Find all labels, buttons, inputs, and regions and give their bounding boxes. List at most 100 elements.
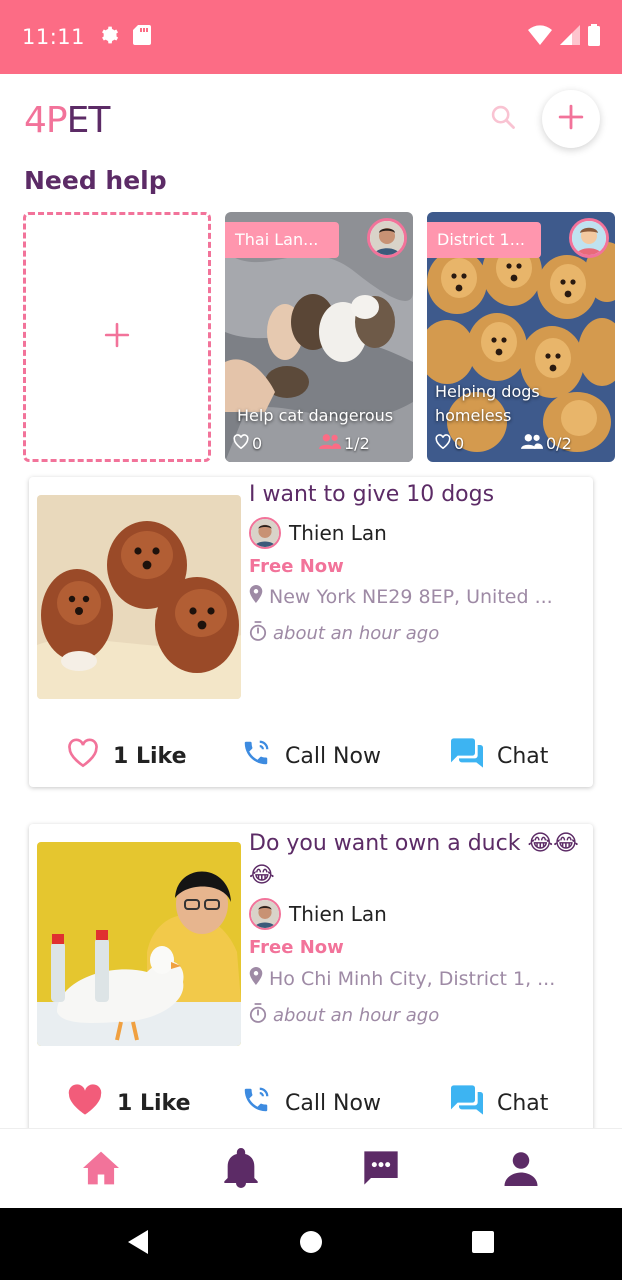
plus-icon: [558, 104, 584, 134]
post-time: about an hour ago: [249, 621, 439, 646]
chat-button[interactable]: Chat: [451, 1078, 548, 1128]
status-time: 11:11: [22, 25, 86, 49]
help-card-stats: 0 0/2: [435, 434, 607, 454]
status-badge: Free Now: [249, 937, 344, 958]
help-card-members: 0/2: [521, 434, 572, 453]
author-name: Thien Lan: [289, 902, 387, 926]
help-card-location-tag: Thai Lan...: [225, 222, 339, 258]
help-card-like-count: 0: [252, 434, 263, 453]
battery-icon: [588, 24, 600, 50]
help-card-like-count: 0: [454, 434, 465, 453]
nav-home-button[interactable]: [78, 1147, 124, 1193]
help-card-likes: 0: [435, 434, 464, 453]
status-badge: Free Now: [249, 556, 344, 577]
location-text: Ho Chi Minh City, District 1, ...: [269, 967, 556, 990]
add-post-button[interactable]: [542, 90, 600, 148]
timer-icon: [249, 621, 267, 646]
help-card-stats: 0 1/2: [233, 434, 405, 454]
avatar: [367, 218, 407, 258]
chat-label: Chat: [497, 1090, 549, 1116]
nav-notifications-button[interactable]: [218, 1147, 264, 1193]
system-home-button[interactable]: [297, 1230, 325, 1258]
post-image: [37, 842, 241, 1046]
plus-icon: [104, 322, 130, 352]
app-header: 4PET: [0, 74, 622, 170]
timer-icon: [249, 1003, 267, 1028]
post-author[interactable]: Thien Lan: [249, 898, 387, 930]
heart-outline-icon: [435, 434, 451, 453]
avatar: [249, 898, 281, 930]
post-card[interactable]: Do you want own a duck 😂😂😂 Thien Lan Fre…: [29, 824, 593, 1154]
gear-icon: [99, 25, 119, 49]
help-card-likes: 0: [233, 434, 262, 453]
help-card-member-count: 0/2: [546, 434, 572, 453]
call-label: Call Now: [285, 743, 381, 769]
bottom-nav: [0, 1128, 622, 1208]
system-nav-bar: [0, 1208, 622, 1280]
message-icon: [360, 1148, 402, 1192]
like-button[interactable]: 1 Like: [67, 1078, 191, 1128]
phone-icon: [241, 1085, 271, 1121]
post-title: Do you want own a duck 😂😂😂: [249, 831, 579, 888]
post-location: Ho Chi Minh City, District 1, ...: [249, 967, 555, 990]
help-card-members: 1/2: [319, 434, 370, 453]
post-actions: 1 Like Call Now Chat: [29, 731, 593, 781]
post-image: [37, 495, 241, 699]
help-card[interactable]: Thai Lan... Help cat dangerous 0 1/2: [225, 212, 413, 462]
recents-icon: [472, 1231, 494, 1257]
bell-icon: [224, 1148, 258, 1192]
author-name: Thien Lan: [289, 521, 387, 545]
avatar: [249, 517, 281, 549]
chat-label: Chat: [497, 743, 549, 769]
home-icon: [81, 1150, 121, 1190]
status-bar: 11:11: [0, 0, 622, 74]
time-text: about an hour ago: [273, 623, 440, 644]
call-now-button[interactable]: Call Now: [241, 1078, 381, 1128]
post-author[interactable]: Thien Lan: [249, 517, 387, 549]
search-button[interactable]: [480, 96, 526, 142]
need-help-title: Need help: [24, 166, 167, 195]
like-count: 1 Like: [113, 743, 187, 769]
heart-outline-icon: [233, 434, 249, 453]
chat-bubble-icon: [451, 738, 483, 774]
people-icon: [319, 434, 341, 453]
help-card-location-tag: District 1...: [427, 222, 541, 258]
search-icon: [489, 103, 517, 135]
sd-card-icon: [133, 25, 152, 49]
nav-messages-button[interactable]: [358, 1147, 404, 1193]
help-card[interactable]: District 1... Helping dogs homeless 0 0/…: [427, 212, 615, 462]
heart-filled-icon: [67, 1084, 103, 1122]
help-card-member-count: 1/2: [344, 434, 370, 453]
location-pin-icon: [249, 967, 263, 990]
home-circle-icon: [299, 1230, 323, 1258]
add-help-request-button[interactable]: [23, 212, 211, 462]
logo-part-1: 4P: [24, 100, 68, 141]
post-actions: 1 Like Call Now Chat: [29, 1078, 593, 1128]
post-title: I want to give 10 dogs: [249, 482, 495, 507]
people-icon: [521, 434, 543, 453]
like-button[interactable]: 1 Like: [67, 731, 187, 781]
call-label: Call Now: [285, 1090, 381, 1116]
chat-bubble-icon: [451, 1085, 483, 1121]
phone-icon: [241, 738, 271, 774]
like-count: 1 Like: [117, 1090, 191, 1116]
location-text: New York NE29 8EP, United ...: [269, 585, 553, 608]
logo-part-2: ET: [66, 100, 111, 141]
system-back-button[interactable]: [124, 1230, 152, 1258]
post-card[interactable]: I want to give 10 dogs Thien Lan Free No…: [29, 477, 593, 787]
nav-profile-button[interactable]: [498, 1147, 544, 1193]
chat-button[interactable]: Chat: [451, 731, 548, 781]
help-card-title: Help cat dangerous: [237, 406, 394, 425]
post-location: New York NE29 8EP, United ...: [249, 585, 553, 608]
back-icon: [126, 1229, 150, 1259]
system-recents-button[interactable]: [469, 1230, 497, 1258]
time-text: about an hour ago: [273, 1005, 440, 1026]
call-now-button[interactable]: Call Now: [241, 731, 381, 781]
wifi-icon: [528, 25, 552, 49]
avatar: [569, 218, 609, 258]
profile-icon: [503, 1150, 539, 1190]
help-card-title: Helping dogs homeless: [435, 382, 540, 425]
post-time: about an hour ago: [249, 1003, 439, 1028]
signal-icon: [560, 25, 580, 49]
heart-outline-icon: [67, 738, 99, 774]
